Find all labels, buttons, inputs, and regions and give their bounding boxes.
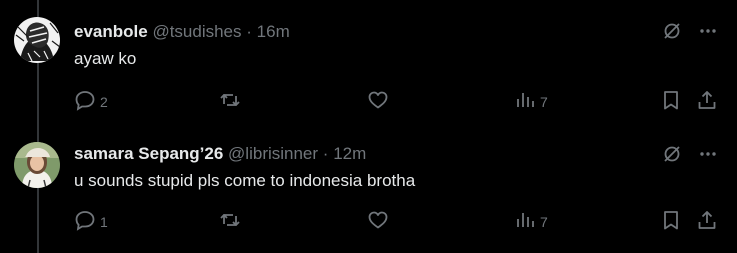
avatar[interactable] (14, 142, 60, 188)
views-icon (514, 89, 536, 114)
views-button[interactable]: 7 (514, 89, 548, 114)
tweet-text: ayaw ko (74, 49, 137, 68)
like-button[interactable] (367, 209, 389, 234)
repost-button[interactable] (219, 209, 241, 234)
separator-dot: · (322, 144, 329, 163)
separator-dot: · (246, 22, 252, 41)
views-count: 7 (540, 213, 548, 230)
reply-icon (74, 89, 96, 114)
reply-count: 2 (100, 93, 108, 110)
repost-icon (219, 209, 241, 234)
bookmark-icon (660, 89, 682, 114)
timestamp[interactable]: 12m (333, 144, 366, 163)
reply-tweet[interactable]: evanbole @tsudishes · 16m ayaw ko 2 7 (0, 0, 737, 126)
views-icon (514, 209, 536, 234)
reply-icon (74, 209, 96, 234)
views-count: 7 (540, 93, 548, 110)
bookmark-button[interactable] (660, 209, 682, 234)
tweet-top-actions (661, 143, 719, 165)
repost-button[interactable] (219, 89, 241, 114)
more-icon[interactable] (697, 143, 719, 165)
reply-button[interactable]: 2 (74, 89, 108, 114)
tweet-action-bar: 1 7 (74, 209, 720, 233)
reply-tweet[interactable]: samara Sepang’26 @librisinner · 12m u so… (0, 127, 737, 253)
share-button[interactable] (696, 89, 718, 114)
like-button[interactable] (367, 89, 389, 114)
timestamp[interactable]: 16m (257, 22, 290, 41)
share-icon (696, 89, 718, 114)
tweet-action-bar: 2 7 (74, 89, 720, 113)
tweet-text: u sounds stupid pls come to indonesia br… (74, 171, 416, 190)
like-icon (367, 89, 389, 114)
avatar[interactable] (14, 17, 60, 63)
grok-icon[interactable] (661, 143, 683, 165)
reply-button[interactable]: 1 (74, 209, 108, 234)
tweet-header: samara Sepang’26 @librisinner · 12m (74, 143, 366, 165)
views-button[interactable]: 7 (514, 209, 548, 234)
user-handle[interactable]: @librisinner (228, 144, 318, 163)
share-button[interactable] (696, 209, 718, 234)
display-name[interactable]: samara Sepang’26 (74, 144, 223, 163)
more-icon[interactable] (697, 20, 719, 42)
grok-icon[interactable] (661, 20, 683, 42)
bookmark-icon (660, 209, 682, 234)
display-name[interactable]: evanbole (74, 22, 148, 41)
reply-count: 1 (100, 213, 108, 230)
user-handle[interactable]: @tsudishes (152, 22, 241, 41)
like-icon (367, 209, 389, 234)
share-icon (696, 209, 718, 234)
tweet-header: evanbole @tsudishes · 16m (74, 21, 290, 43)
repost-icon (219, 89, 241, 114)
tweet-top-actions (661, 20, 719, 42)
bookmark-button[interactable] (660, 89, 682, 114)
